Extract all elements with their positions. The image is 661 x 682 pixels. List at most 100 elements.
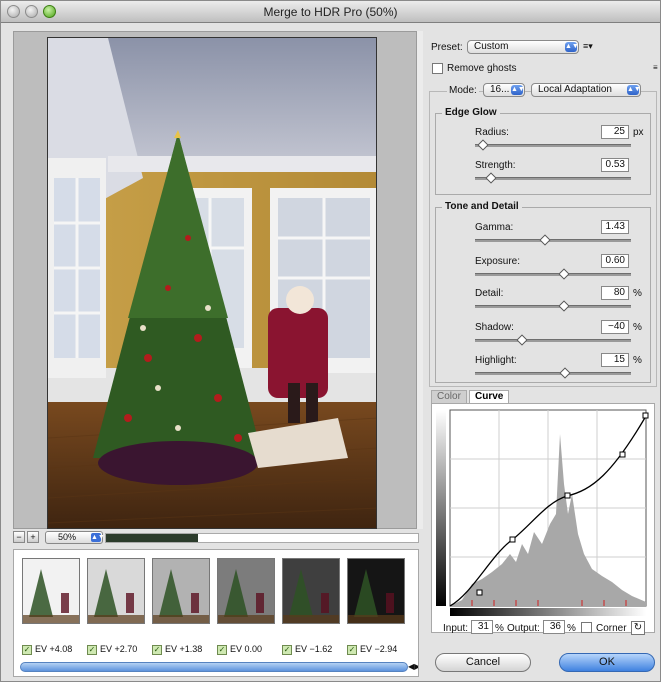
exposure-thumbnail[interactable]: ✓ EV +1.38	[152, 558, 212, 658]
preset-value: Custom	[474, 41, 509, 52]
highlight-field[interactable]: 15	[601, 353, 629, 367]
hdr-method-select[interactable]: Local Adaptation ▲▼	[531, 83, 641, 97]
shadow-field[interactable]: −40	[601, 320, 629, 334]
detail-unit: %	[633, 288, 642, 299]
tone-detail-title: Tone and Detail	[442, 201, 522, 212]
shadow-slider[interactable]	[475, 334, 631, 346]
exposure-ev-value: EV +2.70	[100, 644, 138, 654]
bit-depth-value: 16...	[490, 84, 510, 95]
input-field[interactable]: 31	[471, 620, 493, 634]
preset-menu-icon[interactable]: ≡▾	[583, 41, 593, 52]
exposure-ev-value: EV +1.38	[165, 644, 203, 654]
window-title: Merge to HDR Pro (50%)	[263, 5, 398, 19]
scrollbar-thumb[interactable]	[106, 534, 198, 542]
hdr-method-value: Local Adaptation	[538, 84, 612, 95]
title-bar: Merge to HDR Pro (50%)	[1, 1, 660, 23]
strength-slider[interactable]	[475, 172, 631, 184]
preset-label: Preset:	[431, 42, 463, 53]
source-image-filmstrip: ✓ EV +4.08 ✓ EV +2.70 ✓ EV +1.38 ✓ EV 0.00 ✓ EV −…	[13, 549, 419, 677]
strength-field[interactable]: 0.53	[601, 158, 629, 172]
chevron-updown-icon: ▲▼	[565, 42, 579, 52]
chevron-updown-icon: ▲▼	[627, 85, 641, 95]
tab-curve[interactable]: Curve	[469, 390, 510, 403]
gamma-label: Gamma:	[475, 222, 514, 233]
zoom-level-select[interactable]: 50% ▲▼	[45, 531, 105, 544]
histogram-tabs: Color Curve	[431, 390, 655, 404]
reset-curve-icon[interactable]: ↻	[631, 621, 645, 635]
exposure-ev-value: EV −1.62	[295, 644, 333, 654]
corner-checkbox[interactable]	[581, 622, 592, 633]
include-exposure-checkbox[interactable]: ✓	[87, 644, 97, 655]
highlight-slider[interactable]	[475, 367, 631, 379]
settings-panel: Preset: Custom ▲▼ ≡▾ Remove ghosts ≡ Mod…	[425, 25, 661, 681]
highlight-unit: %	[633, 355, 642, 366]
include-exposure-checkbox[interactable]: ✓	[22, 644, 32, 655]
curve-graph[interactable]	[432, 404, 654, 618]
chevron-updown-icon: ▲▼	[511, 85, 525, 95]
exposure-thumbnail-image[interactable]	[22, 558, 80, 624]
zoom-out-button[interactable]: −	[13, 531, 25, 543]
zoom-bar: − + 50% ▲▼	[13, 531, 419, 545]
curve-editor[interactable]	[431, 403, 655, 633]
cancel-button[interactable]: Cancel	[435, 653, 531, 672]
zoom-level-value: 50%	[58, 532, 77, 542]
remove-ghosts-checkbox[interactable]	[432, 63, 443, 74]
exposure-thumbnail-label: ✓ EV 0.00	[217, 644, 283, 658]
exposure-slider[interactable]	[475, 268, 631, 280]
include-exposure-checkbox[interactable]: ✓	[347, 644, 357, 655]
exposure-thumbnail[interactable]: ✓ EV −2.94	[347, 558, 407, 658]
bit-depth-select[interactable]: 16... ▲▼	[483, 83, 525, 97]
hdr-preview-photo[interactable]	[47, 37, 377, 529]
exposure-field[interactable]: 0.60	[601, 254, 629, 268]
exposure-thumbnail-label: ✓ EV +4.08	[22, 644, 88, 658]
output-unit: %	[567, 623, 576, 634]
input-label: Input:	[443, 623, 469, 634]
hdr-dialog-window: Merge to HDR Pro (50%) − + 50% ▲▼ ✓ EV +…	[0, 0, 661, 682]
preview-horizontal-scrollbar[interactable]	[105, 533, 419, 543]
image-preview-area[interactable]	[13, 31, 417, 529]
output-field[interactable]: 36	[543, 620, 565, 634]
exposure-ev-value: EV −2.94	[360, 644, 398, 654]
exposure-thumbnail[interactable]: ✓ EV −1.62	[282, 558, 342, 658]
mode-label: Mode:	[447, 85, 479, 96]
include-exposure-checkbox[interactable]: ✓	[282, 644, 292, 655]
exposure-thumbnail-label: ✓ EV +2.70	[87, 644, 153, 658]
exposure-thumbnail-label: ✓ EV −1.62	[282, 644, 348, 658]
strength-label: Strength:	[475, 160, 516, 171]
edge-glow-title: Edge Glow	[442, 107, 500, 118]
shadow-label: Shadow:	[475, 322, 514, 333]
exposure-thumbnail[interactable]: ✓ EV +2.70	[87, 558, 147, 658]
exposure-thumbnail-image[interactable]	[87, 558, 145, 624]
exposure-ev-value: EV 0.00	[230, 644, 263, 654]
ok-button[interactable]: OK	[559, 653, 655, 672]
exposure-thumbnail[interactable]: ✓ EV +4.08	[22, 558, 82, 658]
zoom-in-button[interactable]: +	[27, 531, 39, 543]
exposure-thumbnail-image[interactable]	[282, 558, 340, 624]
preview-vertical-scrollbar[interactable]	[417, 31, 423, 529]
exposure-thumbnail-image[interactable]	[347, 558, 405, 624]
curve-readout: Input: 31 % Output: 36 % Corner ↻	[431, 620, 655, 638]
radius-slider[interactable]	[475, 139, 631, 151]
include-exposure-checkbox[interactable]: ✓	[152, 644, 162, 655]
detail-slider[interactable]	[475, 300, 631, 312]
chevron-updown-icon: ▲▼	[91, 533, 105, 542]
exposure-thumbnail-image[interactable]	[152, 558, 210, 624]
input-unit: %	[495, 623, 504, 634]
gamma-slider[interactable]	[475, 234, 631, 246]
exposure-label: Exposure:	[475, 256, 521, 267]
exposure-thumbnail[interactable]: ✓ EV 0.00	[217, 558, 277, 658]
tab-color[interactable]: Color	[431, 390, 467, 403]
filmstrip-scrollbar[interactable]	[20, 662, 408, 672]
remove-ghosts-label: Remove ghosts	[447, 63, 517, 74]
gamma-field[interactable]: 1.43	[601, 220, 629, 234]
detail-field[interactable]: 80	[601, 286, 629, 300]
exposure-ev-value: EV +4.08	[35, 644, 73, 654]
radius-unit: px	[633, 127, 644, 138]
radius-field[interactable]: 25	[601, 125, 629, 139]
include-exposure-checkbox[interactable]: ✓	[217, 644, 227, 655]
panel-menu-icon[interactable]: ≡	[653, 63, 658, 72]
filmstrip-scroll-arrows-icon[interactable]: ◀▶	[408, 662, 418, 671]
detail-label: Detail:	[475, 288, 504, 299]
exposure-thumbnail-image[interactable]	[217, 558, 275, 624]
preset-select[interactable]: Custom ▲▼	[467, 40, 579, 54]
